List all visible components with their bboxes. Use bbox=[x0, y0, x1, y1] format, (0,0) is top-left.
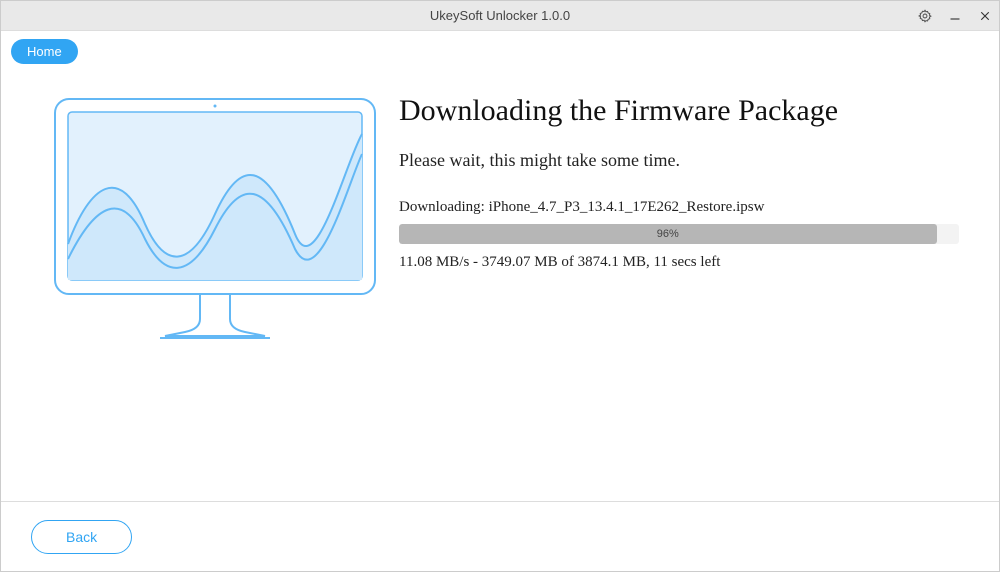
window-controls bbox=[917, 8, 993, 24]
status-panel: Downloading the Firmware Package Please … bbox=[389, 94, 959, 491]
page-subtext: Please wait, this might take some time. bbox=[399, 150, 959, 171]
download-stats: 11.08 MB/s - 3749.07 MB of 3874.1 MB, 11… bbox=[399, 254, 959, 271]
titlebar: UkeySoft Unlocker 1.0.0 bbox=[1, 1, 999, 31]
window-title: UkeySoft Unlocker 1.0.0 bbox=[1, 8, 999, 23]
monitor-illustration bbox=[50, 94, 380, 344]
close-icon[interactable] bbox=[977, 8, 993, 24]
progress-bar: 96% bbox=[399, 224, 959, 244]
download-file-label: Downloading: iPhone_4.7_P3_13.4.1_17E262… bbox=[399, 199, 959, 216]
progress-percent-label: 96% bbox=[657, 228, 679, 240]
content-area: Downloading the Firmware Package Please … bbox=[1, 64, 999, 501]
settings-icon[interactable] bbox=[917, 8, 933, 24]
page-heading: Downloading the Firmware Package bbox=[399, 94, 959, 128]
illustration-panel bbox=[41, 94, 389, 491]
progress-track: 96% bbox=[399, 224, 959, 244]
minimize-icon[interactable] bbox=[947, 8, 963, 24]
footer: Back bbox=[1, 501, 999, 571]
topbar: Home bbox=[1, 31, 999, 64]
back-button[interactable]: Back bbox=[31, 520, 132, 554]
app-window: UkeySoft Unlocker 1.0.0 Home bbox=[0, 0, 1000, 572]
home-button[interactable]: Home bbox=[11, 39, 78, 64]
progress-fill: 96% bbox=[399, 224, 937, 244]
